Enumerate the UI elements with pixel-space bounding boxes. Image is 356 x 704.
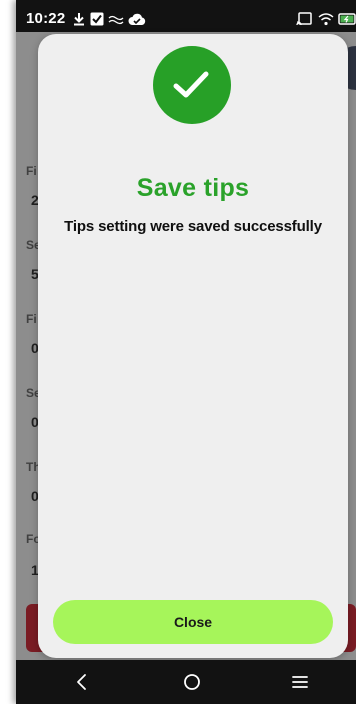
navigation-bar — [16, 660, 356, 704]
close-button[interactable]: Close — [53, 600, 333, 644]
wifi-icon — [318, 13, 334, 26]
back-icon[interactable] — [70, 670, 94, 694]
wave-icon — [108, 15, 124, 25]
cloud-check-icon — [128, 13, 146, 25]
dialog-title: Save tips — [136, 174, 250, 202]
background-field-label: Fi — [26, 312, 37, 326]
checkmark-icon — [173, 71, 209, 98]
menu-icon[interactable] — [288, 670, 312, 694]
download-icon — [74, 13, 84, 26]
success-badge — [153, 46, 231, 124]
cast-icon — [296, 12, 312, 26]
background-field-label: Fi — [26, 164, 37, 178]
status-time: 10:22 — [26, 10, 66, 27]
check-square-icon — [90, 12, 104, 26]
save-tips-dialog: Save tips Tips setting were saved succes… — [38, 34, 348, 658]
dialog-message: Tips setting were saved successfully — [64, 218, 322, 235]
status-bar: 10:22 — [16, 0, 356, 32]
battery-charging-icon — [338, 13, 356, 25]
home-icon[interactable] — [180, 670, 204, 694]
phone-screen: 10:22 Fi 2 Se 5 Fi 0 Se 0 Th 0 Fo 1 Save… — [16, 0, 356, 704]
